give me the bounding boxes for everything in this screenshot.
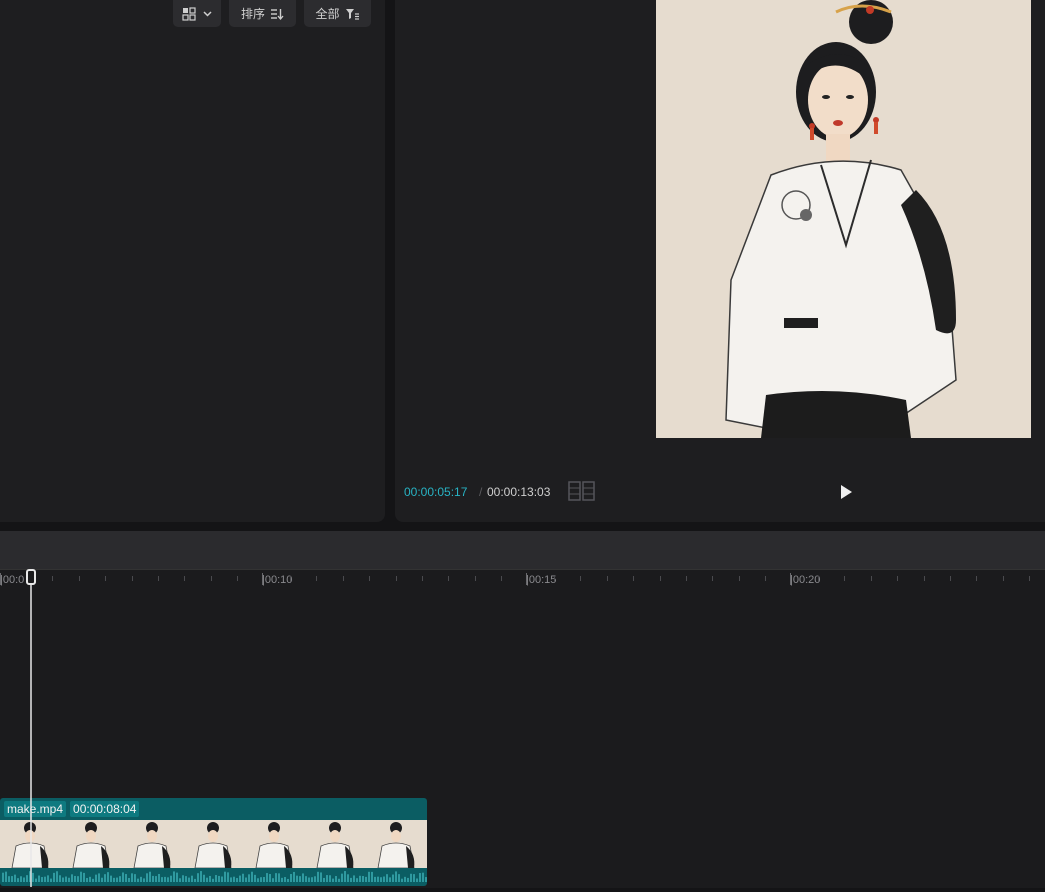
ruler-tick — [132, 576, 133, 581]
ruler-tick — [871, 576, 872, 581]
ruler-tick — [501, 576, 502, 581]
ruler-tick — [290, 576, 291, 581]
media-panel: 排序 全部 — [0, 0, 385, 522]
play-button[interactable] — [835, 482, 857, 502]
ruler-tick — [633, 576, 634, 581]
ruler-tick — [897, 576, 898, 581]
ruler-tick — [686, 576, 687, 581]
ruler-tick — [211, 576, 212, 581]
ruler-tick — [105, 576, 106, 581]
preview-illustration — [656, 0, 1031, 438]
ruler-tick — [950, 576, 951, 581]
sort-label: 排序 — [240, 7, 265, 21]
ruler-tick — [316, 576, 317, 581]
ruler-tick — [844, 576, 845, 581]
clip-thumbnail — [305, 820, 366, 869]
ruler-tick — [422, 576, 423, 581]
play-icon — [841, 485, 852, 499]
ruler-tick — [52, 576, 53, 581]
ruler-label: |00:20 — [790, 574, 821, 586]
current-time: 00:00:05:17 — [404, 485, 468, 499]
total-time: 00:00:13:03 — [487, 485, 551, 499]
ruler-tick — [396, 576, 397, 581]
ruler-tick — [369, 576, 370, 581]
ruler-tick — [158, 576, 159, 581]
view-mode-button[interactable] — [173, 0, 221, 27]
ruler-tick — [765, 576, 766, 581]
time-ruler[interactable]: |00:0 |00:10 |00:15 |00:20 — [0, 570, 1045, 594]
clip-thumbnail — [366, 820, 427, 869]
ruler-tick — [237, 576, 238, 581]
ruler-tick — [184, 576, 185, 581]
ruler-label: |00:15 — [526, 574, 557, 586]
ruler-label: |00:0 — [0, 574, 25, 586]
ruler-tick — [924, 576, 925, 581]
ruler-tick — [976, 576, 977, 581]
ruler-tick — [660, 576, 661, 581]
clip-thumbnail — [244, 820, 305, 869]
player-panel: 00:00:05:17 / 00:00:13:03 — [395, 0, 1045, 522]
sort-icon — [270, 8, 284, 20]
ruler-tick — [448, 576, 449, 581]
ruler-tick — [79, 576, 80, 581]
clip-thumbnails — [0, 820, 427, 869]
ruler-tick — [343, 576, 344, 581]
clip-thumbnail — [61, 820, 122, 869]
ruler-tick — [818, 576, 819, 581]
playhead[interactable] — [26, 569, 36, 887]
timeline-toolbar — [0, 531, 1045, 569]
aspect-ratio-icon[interactable] — [568, 481, 596, 506]
ruler-tick — [475, 576, 476, 581]
ruler-tick — [712, 576, 713, 581]
ruler-major-tick — [262, 573, 263, 585]
ruler-tick — [1029, 576, 1030, 581]
filter-icon — [345, 8, 360, 20]
ruler-tick — [607, 576, 608, 581]
ruler-major-tick — [526, 573, 527, 585]
video-clip[interactable]: make.mp4 00:00:08:04 — [0, 798, 427, 886]
audio-waveform — [2, 871, 427, 882]
grid-view-icon — [182, 6, 198, 21]
sort-button[interactable]: 排序 — [229, 0, 296, 27]
filter-button[interactable]: 全部 — [304, 0, 371, 27]
clip-thumbnail — [122, 820, 183, 869]
ruler-tick — [554, 576, 555, 581]
clip-header: make.mp4 00:00:08:04 — [0, 798, 140, 820]
video-preview[interactable] — [656, 0, 1031, 438]
filter-label: 全部 — [315, 7, 340, 21]
clip-duration: 00:00:08:04 — [70, 801, 140, 817]
ruler-tick — [739, 576, 740, 581]
ruler-major-tick — [790, 573, 791, 585]
ruler-tick — [1003, 576, 1004, 581]
chevron-down-icon — [203, 10, 212, 17]
time-separator: / — [479, 485, 483, 499]
ruler-tick — [580, 576, 581, 581]
timeline-panel[interactable]: |00:0 |00:10 |00:15 |00:20 make.mp4 00:0… — [0, 569, 1045, 888]
ruler-label: |00:10 — [262, 574, 293, 586]
clip-thumbnail — [183, 820, 244, 869]
